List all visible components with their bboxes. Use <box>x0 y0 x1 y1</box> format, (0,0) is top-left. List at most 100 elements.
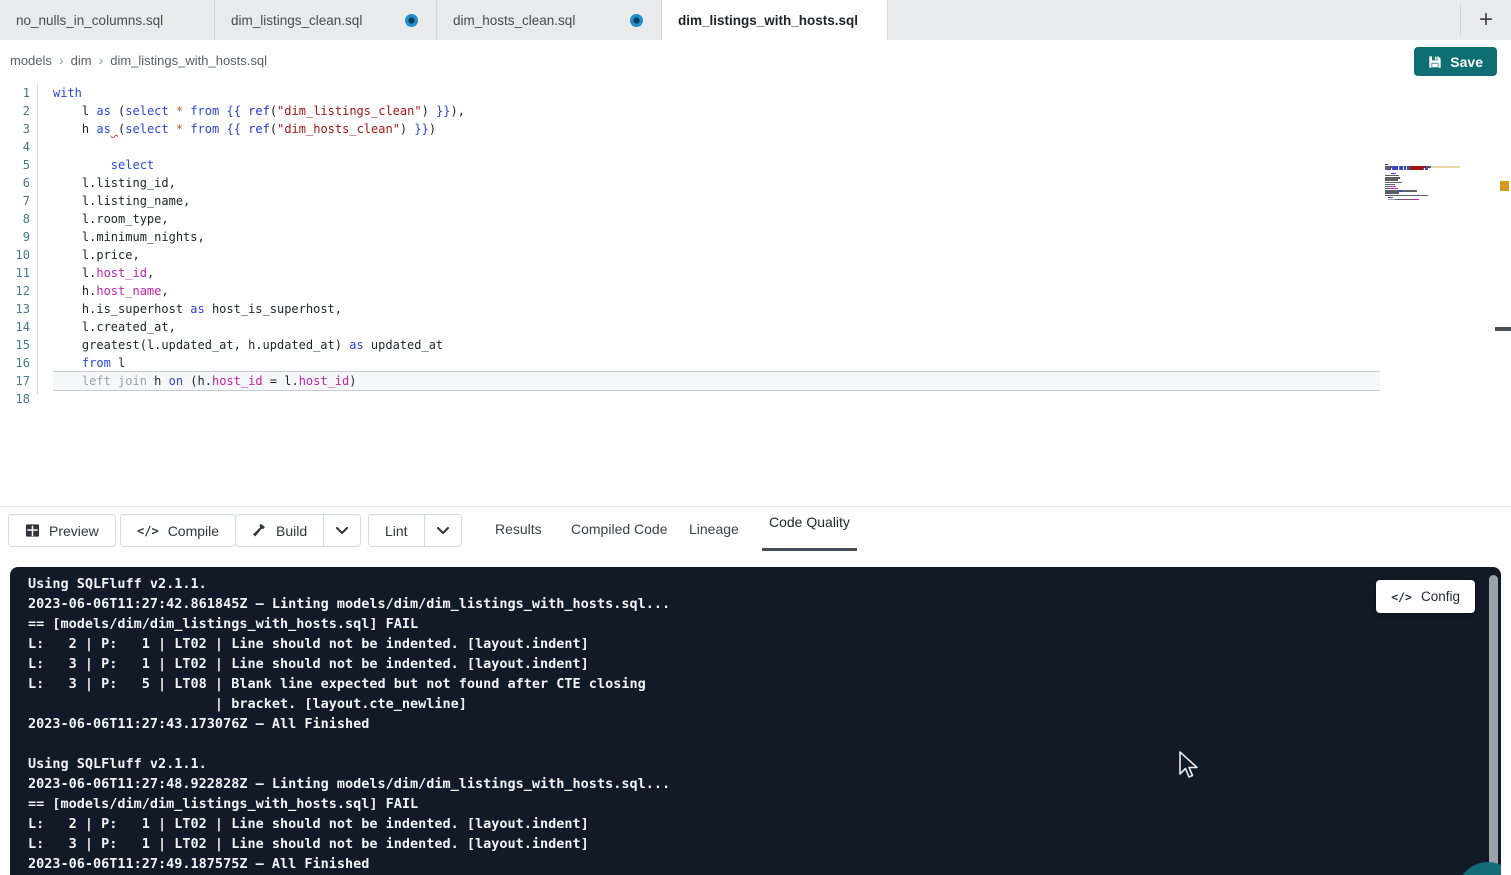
unsaved-changes-icon <box>630 14 643 27</box>
code-text: l.listing_id, <box>53 174 1380 192</box>
line-number: 16 <box>0 354 30 372</box>
tab-label: dim_listings_with_hosts.sql <box>678 13 858 28</box>
build-label: Build <box>276 523 307 539</box>
line-number: 8 <box>0 210 30 228</box>
code-line-18[interactable]: 18 <box>0 390 1380 408</box>
line-number: 3 <box>0 120 30 138</box>
tab-dim-listings-with-hosts[interactable]: dim_listings_with_hosts.sql <box>662 0 888 40</box>
preview-label: Preview <box>49 523 99 539</box>
scrollbar-warning-marker <box>1500 181 1509 191</box>
tab-bar-spacer <box>888 0 1460 40</box>
code-line-4[interactable]: 4 <box>0 138 1380 156</box>
code-text: h.is_superhost as host_is_superhost, <box>53 300 1380 318</box>
terminal-line: L: 3 | P: 5 | LT08 | Blank line expected… <box>28 674 1501 694</box>
code-line-2[interactable]: 2 l as (select * from {{ ref("dim_listin… <box>0 102 1380 120</box>
terminal-line: == [models/dim/dim_listings_with_hosts.s… <box>28 794 1501 814</box>
minimap[interactable] <box>1385 164 1460 203</box>
compile-button[interactable]: </> Compile <box>120 514 236 547</box>
tab-lineage[interactable]: Lineage <box>689 507 739 551</box>
code-text: l.minimum_nights, <box>53 228 1380 246</box>
new-tab-button[interactable]: + <box>1461 0 1511 40</box>
lint-label: Lint <box>385 523 408 539</box>
terminal-line: Using SQLFluff v2.1.1. <box>28 574 1501 594</box>
tab-no-nulls-in-columns[interactable]: no_nulls_in_columns.sql <box>0 0 215 40</box>
code-line-16[interactable]: 16 from l <box>0 354 1380 372</box>
code-line-9[interactable]: 9 l.minimum_nights, <box>0 228 1380 246</box>
code-line-1[interactable]: 1with <box>0 84 1380 102</box>
file-tab-bar: no_nulls_in_columns.sql dim_listings_cle… <box>0 0 1511 40</box>
tab-label: dim_listings_clean.sql <box>231 13 362 28</box>
lint-button[interactable]: Lint <box>369 515 424 546</box>
editor-toolbar: Preview </> Compile Build Lint <box>0 506 1511 553</box>
line-number: 18 <box>0 390 30 408</box>
minimap-line <box>1385 201 1460 203</box>
line-number: 4 <box>0 138 30 156</box>
tab-results[interactable]: Results <box>495 507 542 551</box>
chevron-down-icon <box>437 527 449 535</box>
line-number: 11 <box>0 264 30 282</box>
terminal-scrollbar[interactable] <box>1489 575 1498 871</box>
code-line-14[interactable]: 14 l.created_at, <box>0 318 1380 336</box>
code-editor[interactable]: 1with2 l as (select * from {{ ref("dim_l… <box>0 80 1511 506</box>
lint-options-button[interactable] <box>424 515 461 546</box>
code-text <box>53 138 1380 156</box>
code-line-10[interactable]: 10 l.price, <box>0 246 1380 264</box>
lint-output-terminal[interactable]: Using SQLFluff v2.1.1. 2023-06-06T11:27:4… <box>10 567 1501 875</box>
tab-code-quality[interactable]: Code Quality <box>762 507 857 551</box>
scrollbar-position-marker[interactable] <box>1495 327 1511 331</box>
breadcrumb-item-models[interactable]: models <box>10 53 52 68</box>
chevron-right-icon: › <box>59 52 64 68</box>
code-line-8[interactable]: 8 l.room_type, <box>0 210 1380 228</box>
line-number: 14 <box>0 318 30 336</box>
code-text: with <box>53 84 1380 102</box>
terminal-line: L: 3 | P: 1 | LT02 | Line should not be … <box>28 654 1501 674</box>
save-button[interactable]: Save <box>1414 47 1497 76</box>
line-number: 13 <box>0 300 30 318</box>
floppy-disk-icon <box>1428 55 1442 69</box>
code-line-13[interactable]: 13 h.is_superhost as host_is_superhost, <box>0 300 1380 318</box>
code-line-7[interactable]: 7 l.listing_name, <box>0 192 1380 210</box>
terminal-line: L: 2 | P: 1 | LT02 | Line should not be … <box>28 634 1501 654</box>
build-button[interactable]: Build <box>236 515 323 546</box>
lint-split-button: Lint <box>368 514 462 547</box>
tab-label: no_nulls_in_columns.sql <box>16 13 163 28</box>
code-icon: </> <box>1391 590 1412 604</box>
code-line-15[interactable]: 15 greatest(l.updated_at, h.updated_at) … <box>0 336 1380 354</box>
code-text: h.host_name, <box>53 282 1380 300</box>
terminal-line: 2023-06-06T11:27:49.187575Z — All Finish… <box>28 854 1501 874</box>
config-button[interactable]: </> Config <box>1376 580 1475 613</box>
code-text: left join h on (h.host_id = l.host_id) <box>53 372 1380 390</box>
code-line-12[interactable]: 12 h.host_name, <box>0 282 1380 300</box>
code-line-3[interactable]: 3 h as (select * from {{ ref("dim_hosts_… <box>0 120 1380 138</box>
code-text: l.host_id, <box>53 264 1380 282</box>
terminal-line: Using SQLFluff v2.1.1. <box>28 754 1501 774</box>
line-number: 7 <box>0 192 30 210</box>
line-number: 5 <box>0 156 30 174</box>
terminal-line: | bracket. [layout.cte_newline] <box>28 694 1501 714</box>
code-line-17[interactable]: 17 left join h on (h.host_id = l.host_id… <box>0 372 1380 390</box>
build-options-button[interactable] <box>323 515 360 546</box>
line-number: 6 <box>0 174 30 192</box>
code-line-5[interactable]: 5 select <box>0 156 1380 174</box>
breadcrumb-item-dim[interactable]: dim <box>71 53 92 68</box>
config-label: Config <box>1421 589 1460 604</box>
table-icon <box>25 523 40 538</box>
code-text: l.room_type, <box>53 210 1380 228</box>
code-line-6[interactable]: 6 l.listing_id, <box>0 174 1380 192</box>
terminal-line: L: 2 | P: 1 | LT02 | Line should not be … <box>28 814 1501 834</box>
preview-button[interactable]: Preview <box>8 514 116 547</box>
tab-dim-listings-clean[interactable]: dim_listings_clean.sql <box>215 0 437 40</box>
line-number: 12 <box>0 282 30 300</box>
code-lines: 1with2 l as (select * from {{ ref("dim_l… <box>0 84 1380 408</box>
line-number: 9 <box>0 228 30 246</box>
code-text: greatest(l.updated_at, h.updated_at) as … <box>53 336 1380 354</box>
code-line-11[interactable]: 11 l.host_id, <box>0 264 1380 282</box>
code-text: l as (select * from {{ ref("dim_listings… <box>53 102 1380 120</box>
tab-dim-hosts-clean[interactable]: dim_hosts_clean.sql <box>437 0 662 40</box>
save-label: Save <box>1450 54 1483 70</box>
terminal-line <box>28 734 1501 754</box>
chevron-down-icon <box>336 527 348 535</box>
tab-compiled-code[interactable]: Compiled Code <box>571 507 668 551</box>
line-number: 10 <box>0 246 30 264</box>
terminal-panel: Using SQLFluff v2.1.1. 2023-06-06T11:27:4… <box>0 551 1511 875</box>
